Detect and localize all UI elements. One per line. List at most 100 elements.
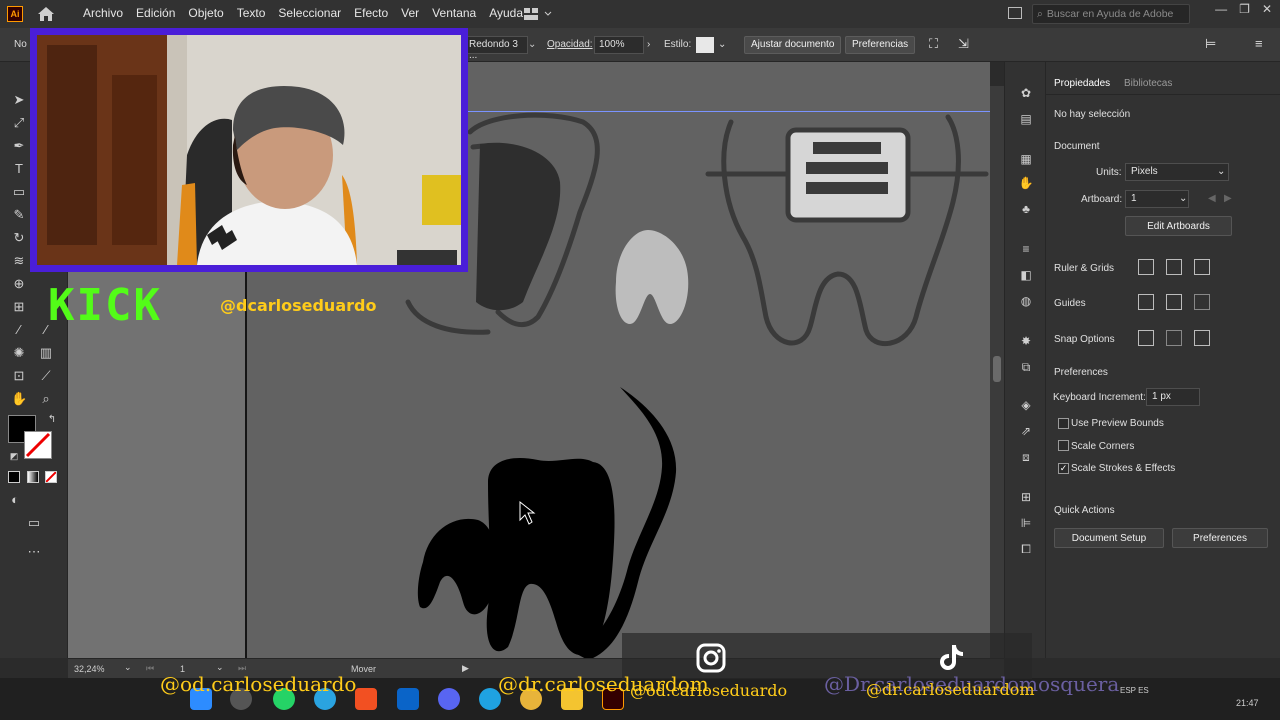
previous-artboard-icon[interactable]: ◀ <box>1208 193 1216 204</box>
color-mode-icon[interactable] <box>8 471 20 483</box>
chevron-down-icon[interactable]: ⌄ <box>1179 193 1187 204</box>
lock-guides-icon[interactable] <box>1166 294 1182 310</box>
swap-fill-stroke-icon[interactable]: ↰ <box>44 412 60 428</box>
outlook-icon[interactable] <box>397 688 419 710</box>
export-icon[interactable]: ⇗ <box>1018 424 1034 438</box>
width-tool-icon[interactable]: ≋ <box>11 253 27 269</box>
play-icon[interactable]: ▶ <box>462 663 469 674</box>
transparency-icon[interactable]: ◍ <box>1018 294 1034 308</box>
zoom-tool-icon[interactable]: ⌕ <box>38 391 54 407</box>
artboards-icon[interactable]: ⧈ <box>1018 450 1034 464</box>
office-icon[interactable] <box>355 688 377 710</box>
eyedropper-tool-icon[interactable]: ⁄ <box>11 322 27 338</box>
align-panel-icon[interactable]: ⊫ <box>1018 516 1034 530</box>
arrange-documents-icon[interactable] <box>1008 7 1022 19</box>
gradient-mode-icon[interactable] <box>27 471 39 483</box>
gradient-icon[interactable]: ◧ <box>1018 268 1034 282</box>
tab-libraries[interactable]: Bibliotecas <box>1124 78 1172 89</box>
scale-corners-checkbox[interactable] <box>1058 440 1069 451</box>
chevron-right-icon[interactable]: › <box>647 39 650 50</box>
align-icon[interactable]: ⇲ <box>958 36 969 52</box>
screen-mode-icon[interactable]: ▭ <box>26 515 42 531</box>
menu-texto[interactable]: Texto <box>237 6 266 20</box>
scale-strokes-effects-checkbox[interactable]: ✓ <box>1058 463 1069 474</box>
transform-panel-icon[interactable]: ⊞ <box>1018 490 1034 504</box>
snap-to-grid-icon[interactable] <box>1166 330 1182 346</box>
menu-objeto[interactable]: Objeto <box>188 6 223 20</box>
perspective-grid-tool-icon[interactable]: ⊞ <box>11 299 27 315</box>
language-indicator[interactable]: ESP ES <box>1120 686 1149 695</box>
chevron-down-icon[interactable]: ⌄ <box>718 39 726 50</box>
artboard-tool-icon[interactable]: ⊡ <box>11 368 27 384</box>
rulers-icon[interactable] <box>1138 259 1154 275</box>
direct-selection-tool-icon[interactable]: ⤢ <box>11 115 27 131</box>
preferences-panel-button[interactable]: Preferences <box>1172 528 1268 548</box>
pen-tool-icon[interactable]: ✒ <box>11 138 27 154</box>
symbol-sprayer-tool-icon[interactable]: ✺ <box>11 345 27 361</box>
document-icon[interactable]: ▤ <box>1018 112 1034 126</box>
transparency-grid-icon[interactable] <box>1194 259 1210 275</box>
menu-ver[interactable]: Ver <box>401 6 419 20</box>
home-icon[interactable] <box>36 4 56 24</box>
units-select[interactable]: Pixels <box>1125 163 1229 181</box>
vertical-scrollbar[interactable] <box>990 86 1004 658</box>
hand-tool-icon[interactable]: ✋ <box>11 391 27 407</box>
style-swatch[interactable] <box>696 37 714 53</box>
menu-edicion[interactable]: Edición <box>136 6 175 20</box>
pathfinder-icon[interactable]: ⧠ <box>1018 542 1034 556</box>
more-tools-icon[interactable]: ⋯ <box>26 544 42 560</box>
menu-efecto[interactable]: Efecto <box>354 6 388 20</box>
first-artboard-icon[interactable]: ⏮ <box>146 663 154 674</box>
zoom-level[interactable]: 32,24% <box>74 664 105 674</box>
smart-guides-icon[interactable] <box>1194 294 1210 310</box>
shape-builder-tool-icon[interactable]: ⊕ <box>11 276 27 292</box>
default-fill-stroke-icon[interactable]: ◩ <box>6 448 22 464</box>
workspace-switcher-icon[interactable] <box>523 6 555 22</box>
menu-archivo[interactable]: Archivo <box>83 6 123 20</box>
tab-properties[interactable]: Propiedades <box>1054 78 1110 89</box>
show-guides-icon[interactable] <box>1138 294 1154 310</box>
symbols-icon[interactable]: ♣ <box>1018 202 1034 216</box>
chevron-down-icon[interactable]: ⌄ <box>124 662 132 673</box>
snap-to-pixel-icon[interactable] <box>1194 330 1210 346</box>
restore-icon[interactable]: ❐ <box>1239 2 1250 16</box>
type-tool-icon[interactable]: T <box>11 161 27 177</box>
keyboard-increment-input[interactable]: 1 px <box>1146 388 1200 406</box>
paintbrush-tool-icon[interactable]: ✎ <box>11 207 27 223</box>
panel-options-icon[interactable]: ⊨ <box>1205 36 1216 52</box>
draw-mode-icon[interactable]: ◐ <box>7 492 23 508</box>
document-setup-button[interactable]: Document Setup <box>1054 528 1164 548</box>
menu-seleccionar[interactable]: Seleccionar <box>278 6 341 20</box>
stroke-profile-select[interactable]: Redondo 3 ... <box>464 36 528 61</box>
stroke-swatch[interactable] <box>24 431 52 459</box>
opacity-label[interactable]: Opacidad: <box>547 39 593 50</box>
opacity-input[interactable]: 100% <box>594 36 644 54</box>
layers-icon[interactable]: ◈ <box>1018 398 1034 412</box>
color-icon[interactable]: ✿ <box>1018 86 1034 100</box>
chevron-down-icon[interactable]: ⌄ <box>1217 166 1225 177</box>
menu-ayuda[interactable]: Ayuda <box>489 6 523 20</box>
fit-document-button[interactable]: Ajustar documento <box>744 36 842 54</box>
rectangle-tool-icon[interactable]: ▭ <box>11 184 27 200</box>
minimize-icon[interactable]: — <box>1215 2 1227 16</box>
rotate-tool-icon[interactable]: ↻ <box>11 230 27 246</box>
none-mode-icon[interactable] <box>45 471 57 483</box>
snap-to-point-icon[interactable] <box>1138 330 1154 346</box>
appearance-icon[interactable]: ✸ <box>1018 334 1034 348</box>
scrollbar-thumb[interactable] <box>993 356 1001 382</box>
graphic-styles-icon[interactable]: ⧉ <box>1018 360 1034 374</box>
grid-icon[interactable] <box>1166 259 1182 275</box>
next-artboard-icon[interactable]: ▶ <box>1224 193 1232 204</box>
graph-tool-icon[interactable]: ▥ <box>38 345 54 361</box>
selection-tool-icon[interactable]: ➤ <box>11 92 27 108</box>
edit-artboards-button[interactable]: Edit Artboards <box>1125 216 1232 236</box>
stroke-icon[interactable]: ≡ <box>1018 242 1034 256</box>
discord-icon[interactable] <box>438 688 460 710</box>
use-preview-bounds-checkbox[interactable] <box>1058 418 1069 429</box>
preferences-button[interactable]: Preferencias <box>845 36 916 54</box>
brushes-icon[interactable]: ✋ <box>1018 176 1034 190</box>
help-search-input[interactable]: ⌕ Buscar en Ayuda de Adobe <box>1032 4 1190 24</box>
swatches-icon[interactable]: ▦ <box>1018 152 1034 166</box>
clock[interactable]: 21:47 <box>1236 698 1259 708</box>
chevron-down-icon[interactable]: ⌄ <box>528 39 536 50</box>
